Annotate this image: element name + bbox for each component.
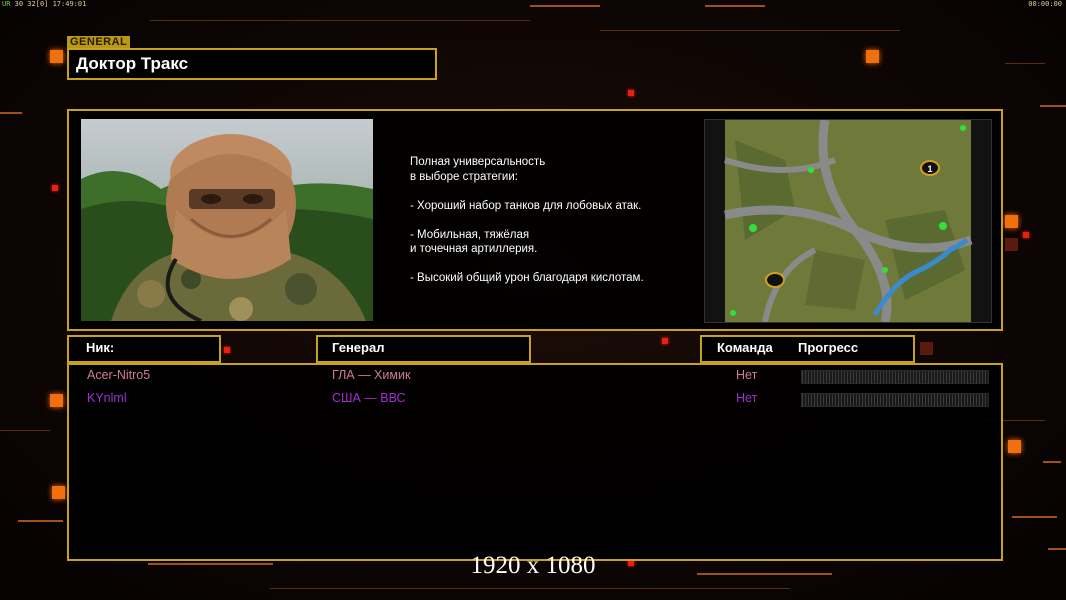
team-progress-header: Команда Прогресс — [700, 335, 915, 363]
player-progress-bar — [801, 393, 989, 407]
player-team: Нет — [736, 391, 758, 405]
general-info-panel: Полная универсальность в выборе стратеги… — [67, 109, 1003, 331]
general-portrait — [81, 119, 373, 321]
general-description: Полная универсальность в выборе стратеги… — [410, 156, 644, 284]
game-timer: 00:00:00 — [1028, 0, 1062, 8]
general-name: Доктор Тракс — [76, 54, 189, 73]
player-nick: KYnlml — [87, 391, 127, 405]
general-name-box: Доктор Тракс — [67, 48, 437, 80]
minimap-image: 1 — [705, 119, 991, 324]
players-panel: Acer-Nitro5 ГЛА — Химик Нет KYnlml США —… — [67, 363, 1003, 561]
player-progress-bar — [801, 370, 989, 384]
nick-header-label: Ник: — [86, 340, 115, 355]
resolution-label: 1920 x 1080 — [470, 552, 596, 579]
portrait-image — [81, 119, 373, 321]
debug-stats: UR 30 32[0] 17:49:01 — [2, 0, 86, 8]
player-row: Acer-Nitro5 ГЛА — Химик Нет — [69, 366, 1001, 386]
general-header: Генерал — [316, 335, 531, 363]
debug-prefix: UR — [2, 0, 11, 8]
debug-stats-text: 30 32[0] 17:49:01 — [14, 0, 87, 8]
player-nick: Acer-Nitro5 — [87, 368, 151, 382]
player-general: США — ВВС — [332, 391, 406, 405]
general-header-label: Генерал — [332, 340, 385, 355]
nick-header: Ник: — [67, 335, 221, 363]
team-header-label: Команда — [717, 340, 773, 355]
player-team: Нет — [736, 368, 758, 382]
player-general: ГЛА — Химик — [332, 368, 411, 382]
progress-header-label: Прогресс — [798, 340, 859, 355]
general-tag: GENERAL — [67, 36, 131, 48]
player-row: KYnlml США — ВВС Нет — [69, 389, 1001, 409]
minimap-marker-1: 1 — [927, 164, 932, 174]
minimap[interactable]: 1 — [704, 119, 992, 324]
